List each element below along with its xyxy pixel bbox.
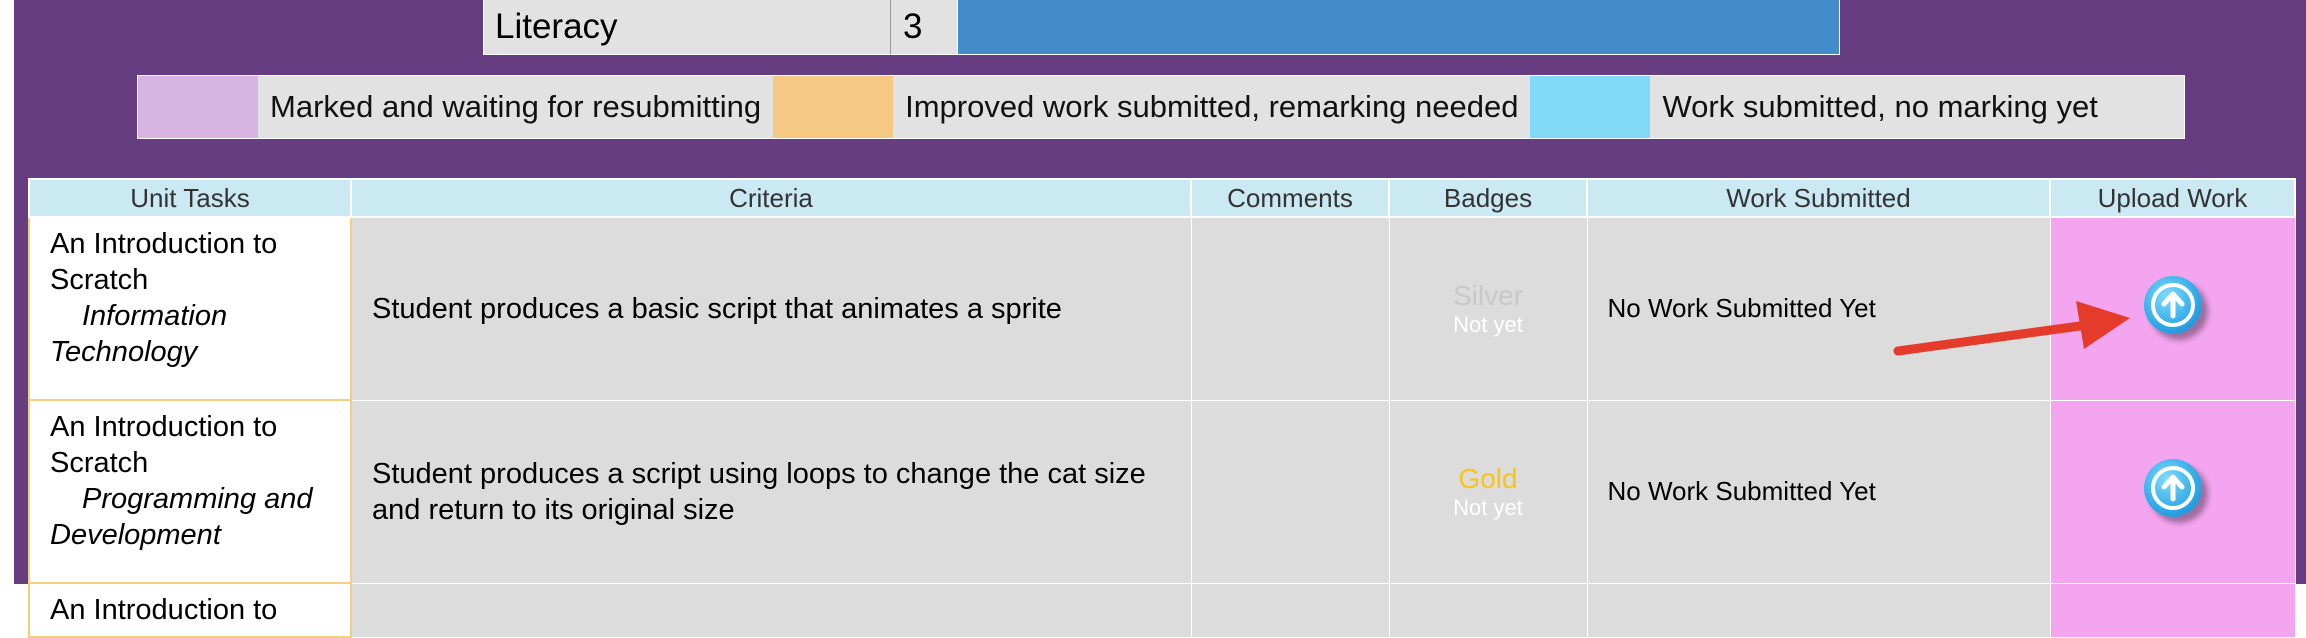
header-unit-tasks: Unit Tasks xyxy=(28,178,352,218)
badge-name: Gold xyxy=(1458,462,1518,494)
legend-label-submitted: Work submitted, no marking yet xyxy=(1662,89,2098,124)
badge-name: Silver xyxy=(1452,279,1523,311)
badge-status: Not yet xyxy=(1453,494,1523,520)
legend-swatch-marked xyxy=(138,76,258,138)
header-work-submitted: Work Submitted xyxy=(1586,178,2051,218)
header-comments: Comments xyxy=(1190,178,1390,218)
comments-cell xyxy=(1190,582,1390,638)
task-cell: An Introduction to Scratch Information T… xyxy=(28,216,352,401)
task-title: An Introduction to Scratch xyxy=(50,411,278,479)
badge-cell xyxy=(1388,582,1588,638)
task-title: An Introduction to Scratch xyxy=(50,228,278,296)
task-title: An Introduction to xyxy=(50,594,278,626)
task-category: Information Technology xyxy=(50,300,228,368)
left-margin xyxy=(0,0,14,584)
task-cell: An Introduction to xyxy=(28,582,352,638)
comments-cell xyxy=(1190,216,1390,401)
legend-swatch-submitted xyxy=(1530,76,1651,138)
work-submitted-cell xyxy=(1586,582,2051,638)
table-header-row: Unit Tasks Criteria Comments Badges Work… xyxy=(28,178,2296,218)
header-upload-work: Upload Work xyxy=(2049,178,2296,218)
status-legend: Marked and waiting for resubmitting Impr… xyxy=(137,75,2185,139)
criteria-cell: Student produces a basic script that ani… xyxy=(350,216,1192,401)
badge-cell: Silver Not yet xyxy=(1388,216,1588,401)
upload-arrow-icon[interactable] xyxy=(2143,275,2202,334)
annotation-arrow-icon xyxy=(1893,301,2130,356)
badge-status: Not yet xyxy=(1453,311,1523,337)
table-row: An Introduction to xyxy=(28,582,2296,638)
header-badges: Badges xyxy=(1388,178,1588,218)
literacy-summary-row: Literacy 3 xyxy=(483,0,1840,55)
header-criteria: Criteria xyxy=(350,178,1192,218)
table-row: An Introduction to Scratch Programming a… xyxy=(28,399,2296,584)
work-submitted-cell: No Work Submitted Yet xyxy=(1586,399,2051,584)
summary-value: 3 xyxy=(891,0,957,55)
comments-cell xyxy=(1190,399,1390,584)
summary-label: Literacy xyxy=(483,0,891,55)
badge-cell: Gold Not yet xyxy=(1388,399,1588,584)
legend-label-marked: Marked and waiting for resubmitting xyxy=(270,89,762,124)
legend-label-improved: Improved work submitted, remarking neede… xyxy=(905,89,1519,124)
upload-cell xyxy=(2049,399,2296,584)
criteria-cell: Student produces a script using loops to… xyxy=(350,399,1192,584)
upload-cell xyxy=(2049,582,2296,638)
unit-tasks-table: Unit Tasks Criteria Comments Badges Work… xyxy=(28,178,2296,638)
legend-swatch-improved xyxy=(773,76,894,138)
upload-arrow-icon[interactable] xyxy=(2143,458,2202,517)
app-root: Literacy 3 Marked and waiting for resubm… xyxy=(0,0,2306,638)
summary-progress-bar xyxy=(957,0,1840,55)
task-cell: An Introduction to Scratch Programming a… xyxy=(28,399,352,584)
criteria-cell xyxy=(350,582,1192,638)
task-category: Programming and Development xyxy=(50,483,313,551)
